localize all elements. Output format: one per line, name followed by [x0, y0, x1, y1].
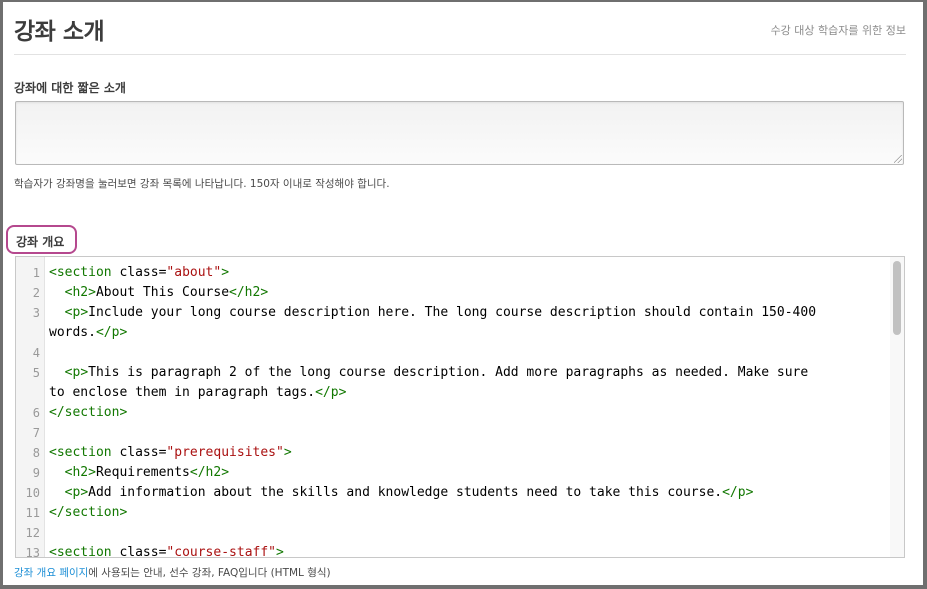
code-text: to enclose them in paragraph tags.</p>	[49, 385, 347, 400]
line-number: 13	[25, 546, 40, 558]
code-text: <p>This is paragraph 2 of the long cours…	[64, 365, 809, 380]
code-text: <h2>About This Course</h2>	[64, 285, 269, 300]
scrollbar-thumb[interactable]	[893, 261, 901, 335]
code-text: <section class="prerequisites">	[49, 445, 292, 460]
page-subtitle: 수강 대상 학습자를 위한 정보	[770, 24, 906, 37]
line-number: 6	[32, 406, 40, 420]
code-line[interactable]: 10 <p>Add information about the skills a…	[16, 483, 886, 503]
course-introduction-panel: 강좌 소개 수강 대상 학습자를 위한 정보 강좌에 대한 짧은 소개 학습자가…	[3, 2, 923, 585]
overview-label: 강좌 개요	[16, 235, 65, 249]
code-text: <h2>Requirements</h2>	[64, 465, 230, 480]
code-line[interactable]: 9 <h2>Requirements</h2>	[16, 463, 886, 483]
line-number: 1	[32, 266, 40, 280]
line-number: 7	[32, 426, 40, 440]
short-description-textarea[interactable]	[15, 101, 904, 165]
code-line[interactable]: 7	[16, 423, 886, 443]
code-line[interactable]: to enclose them in paragraph tags.</p>	[16, 383, 886, 403]
code-line[interactable]: words.</p>	[16, 323, 886, 343]
overview-label-highlight: 강좌 개요	[6, 225, 77, 254]
overview-page-link[interactable]: 강좌 개요 페이지	[14, 567, 88, 579]
code-text: <section class="course-staff">	[49, 545, 284, 558]
code-text: words.</p>	[49, 325, 128, 340]
code-text: </section>	[49, 505, 128, 520]
page-title: 강좌 소개	[14, 19, 105, 45]
line-number: 11	[25, 506, 40, 520]
short-description-label: 강좌에 대한 짧은 소개	[14, 81, 126, 95]
code-line[interactable]: 6 </section>	[16, 403, 886, 423]
line-number: 10	[25, 486, 40, 500]
code-line[interactable]: 1 <section class="about">	[16, 263, 886, 283]
code-text: <p>Add information about the skills and …	[64, 485, 754, 500]
line-number: 9	[32, 466, 40, 480]
line-number: 3	[32, 306, 40, 320]
code-line[interactable]: 3 <p>Include your long course descriptio…	[16, 303, 886, 323]
code-line[interactable]: 2 <h2>About This Course</h2>	[16, 283, 886, 303]
code-text: <section class="about">	[49, 265, 230, 280]
overview-help: 강좌 개요 페이지에 사용되는 안내, 선수 강좌, FAQ입니다 (HTML …	[14, 565, 331, 580]
overview-help-text: 에 사용되는 안내, 선수 강좌, FAQ입니다 (HTML 형식)	[88, 567, 331, 579]
short-description-help: 학습자가 강좌명을 눌러보면 강좌 목록에 나타납니다. 150자 이내로 작성…	[14, 178, 390, 190]
code-text: <p>Include your long course description …	[64, 305, 817, 320]
editor-scrollbar[interactable]	[890, 257, 904, 557]
code-line[interactable]: 5 <p>This is paragraph 2 of the long cou…	[16, 363, 886, 383]
code-line[interactable]: 11 </section>	[16, 503, 886, 523]
title-divider	[14, 54, 906, 55]
code-line[interactable]: 12	[16, 523, 886, 543]
code-line[interactable]: 4	[16, 343, 886, 363]
code-line[interactable]: 13 <section class="course-staff">	[16, 543, 886, 558]
line-number: 4	[32, 346, 40, 360]
overview-code-editor[interactable]: 1 <section class="about"> 2 <h2>About This…	[15, 256, 905, 558]
line-number: 2	[32, 286, 40, 300]
line-number: 12	[25, 526, 40, 540]
line-number: 5	[32, 366, 40, 380]
resize-handle-icon[interactable]	[894, 155, 902, 163]
code-line[interactable]: 8 <section class="prerequisites">	[16, 443, 886, 463]
line-number: 8	[32, 446, 40, 460]
code-text: </section>	[49, 405, 128, 420]
